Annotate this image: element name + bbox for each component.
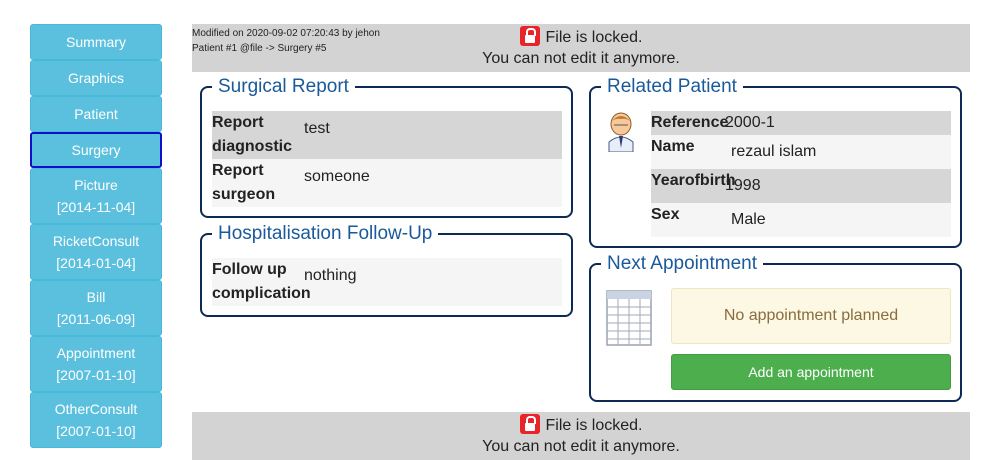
- calendar-icon: [606, 290, 652, 346]
- field-label: Report surgeon: [212, 162, 276, 203]
- field-value: someone: [304, 168, 370, 185]
- lock-status-line: File is locked.: [192, 26, 970, 47]
- sidebar-item-surgery[interactable]: Surgery: [30, 132, 162, 168]
- sidebar-item-label: Bill: [86, 289, 106, 305]
- sidebar-item-appointment[interactable]: Appointment [2007-01-10]: [30, 336, 162, 392]
- sidebar-item-label: Patient: [74, 106, 118, 122]
- sidebar-item-label: Summary: [66, 34, 126, 50]
- surgical-report-panel: Surgical Report Report diagnostic test Re…: [200, 75, 573, 218]
- field-label: Reference: [651, 114, 729, 131]
- table-row: Yearofbirth 1998: [651, 169, 951, 203]
- sidebar: Summary Graphics Patient Surgery Picture…: [30, 24, 162, 448]
- sidebar-item-ricketconsult[interactable]: RicketConsult [2014-01-04]: [30, 224, 162, 280]
- sidebar-item-label: Picture: [74, 177, 118, 193]
- sidebar-item-otherconsult[interactable]: OtherConsult [2007-01-10]: [30, 392, 162, 448]
- sidebar-item-date: [2014-01-04]: [56, 255, 136, 271]
- add-appointment-button[interactable]: Add an appointment: [671, 354, 951, 390]
- sidebar-item-picture[interactable]: Picture [2014-11-04]: [30, 168, 162, 224]
- field-label: Yearofbirth: [651, 172, 736, 189]
- lock-banner-bottom: File is locked. You can not edit it anym…: [192, 412, 970, 460]
- surgical-report-title: Surgical Report: [212, 75, 355, 99]
- sidebar-item-date: [2014-11-04]: [56, 199, 136, 215]
- no-edit-text: You can not edit it anymore.: [482, 50, 680, 67]
- locked-text: File is locked.: [545, 29, 643, 46]
- table-row: Report surgeon someone: [212, 159, 562, 207]
- lock-icon: [519, 26, 540, 46]
- next-appointment-panel: Next Appointment No appointment planned …: [589, 252, 962, 402]
- sidebar-item-patient[interactable]: Patient: [30, 96, 162, 132]
- field-label: Name: [651, 138, 695, 155]
- field-label: Follow up complication: [212, 261, 311, 302]
- sidebar-item-date: [2007-01-10]: [56, 423, 136, 439]
- table-row: Reference 2000-1: [651, 111, 951, 135]
- field-value: rezaul islam: [731, 143, 817, 160]
- sidebar-item-date: [2011-06-09]: [56, 311, 136, 327]
- table-row: Report diagnostic test: [212, 111, 562, 159]
- no-appointment-alert: No appointment planned: [671, 288, 951, 344]
- lock-banner-top: Modified on 2020-09-02 07:20:43 by jehon…: [192, 24, 970, 72]
- lock-icon: [519, 414, 540, 434]
- sidebar-item-label: RicketConsult: [52, 233, 140, 249]
- sidebar-item-label: Surgery: [71, 142, 121, 158]
- table-row: Name rezaul islam: [651, 135, 951, 169]
- field-value: 1998: [725, 177, 761, 194]
- field-value: 2000-1: [725, 114, 775, 131]
- patient-avatar-icon: [608, 112, 634, 152]
- field-value: Male: [731, 211, 766, 228]
- field-value: nothing: [304, 267, 357, 284]
- table-row: Sex Male: [651, 203, 951, 237]
- sidebar-item-label: OtherConsult: [54, 401, 138, 417]
- related-patient-panel: Related Patient Reference 2000-1 Name re…: [589, 75, 962, 248]
- sidebar-item-bill[interactable]: Bill [2011-06-09]: [30, 280, 162, 336]
- next-appointment-title: Next Appointment: [601, 252, 763, 276]
- table-row: Follow up complication nothing: [212, 258, 562, 306]
- lock-status-line: File is locked.: [192, 414, 970, 435]
- sidebar-item-label: Graphics: [67, 70, 125, 86]
- field-label: Sex: [651, 206, 680, 223]
- sidebar-item-label: Appointment: [56, 345, 136, 361]
- sidebar-item-summary[interactable]: Summary: [30, 24, 162, 60]
- hospitalisation-panel: Hospitalisation Follow-Up Follow up compl…: [200, 222, 573, 317]
- hospitalisation-title: Hospitalisation Follow-Up: [212, 222, 439, 246]
- no-edit-text: You can not edit it anymore.: [482, 438, 680, 455]
- field-value: test: [304, 120, 330, 137]
- field-label: Report diagnostic: [212, 114, 293, 155]
- related-patient-title: Related Patient: [601, 75, 743, 99]
- sidebar-item-date: [2007-01-10]: [56, 367, 136, 383]
- sidebar-item-graphics[interactable]: Graphics: [30, 60, 162, 96]
- locked-text: File is locked.: [545, 417, 643, 434]
